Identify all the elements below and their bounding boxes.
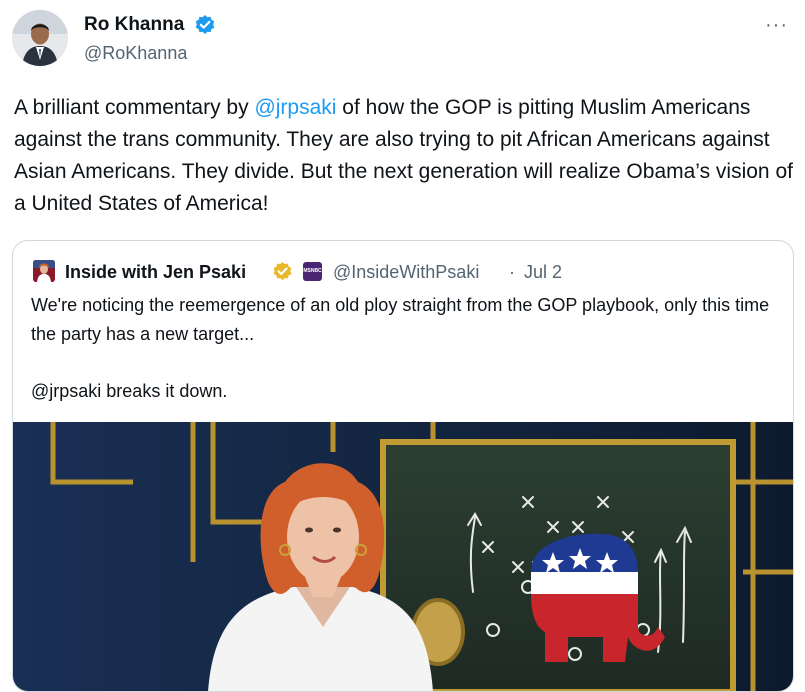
quoted-separator: · bbox=[509, 262, 515, 282]
quoted-text: We're noticing the reemergence of an old… bbox=[31, 295, 770, 344]
author-name[interactable]: Ro Khanna bbox=[84, 14, 184, 36]
quoted-author-name[interactable]: Inside with Jen Psaki bbox=[65, 261, 246, 283]
avatar-photo bbox=[12, 10, 68, 66]
quoted-date[interactable]: Jul 2 bbox=[524, 261, 562, 283]
verified-badge-icon bbox=[195, 15, 215, 34]
quoted-avatar[interactable] bbox=[33, 260, 55, 282]
quoted-handle[interactable]: @InsideWithPsaki bbox=[333, 261, 479, 283]
affiliate-badge-icon[interactable]: MSNBC bbox=[303, 262, 322, 281]
quoted-video-thumbnail[interactable] bbox=[13, 422, 793, 691]
tweet-text-start: A brilliant commentary by bbox=[14, 96, 255, 119]
quoted-tweet-card[interactable]: Inside with Jen Psaki MSNBC @InsideWithP… bbox=[12, 240, 794, 692]
tweet-text: A brilliant commentary by @jrpsaki of ho… bbox=[14, 92, 794, 220]
video-frame-image bbox=[13, 422, 793, 691]
quoted-text-line3: @jrpsaki breaks it down. bbox=[31, 381, 228, 401]
quoted-avatar-photo bbox=[33, 260, 55, 282]
author-avatar[interactable] bbox=[12, 10, 68, 66]
author-handle[interactable]: @RoKhanna bbox=[84, 42, 187, 64]
mention-link[interactable]: @jrpsaki bbox=[254, 96, 336, 119]
more-options-icon[interactable]: ··· bbox=[765, 15, 791, 35]
gold-verified-badge-icon bbox=[273, 261, 292, 281]
